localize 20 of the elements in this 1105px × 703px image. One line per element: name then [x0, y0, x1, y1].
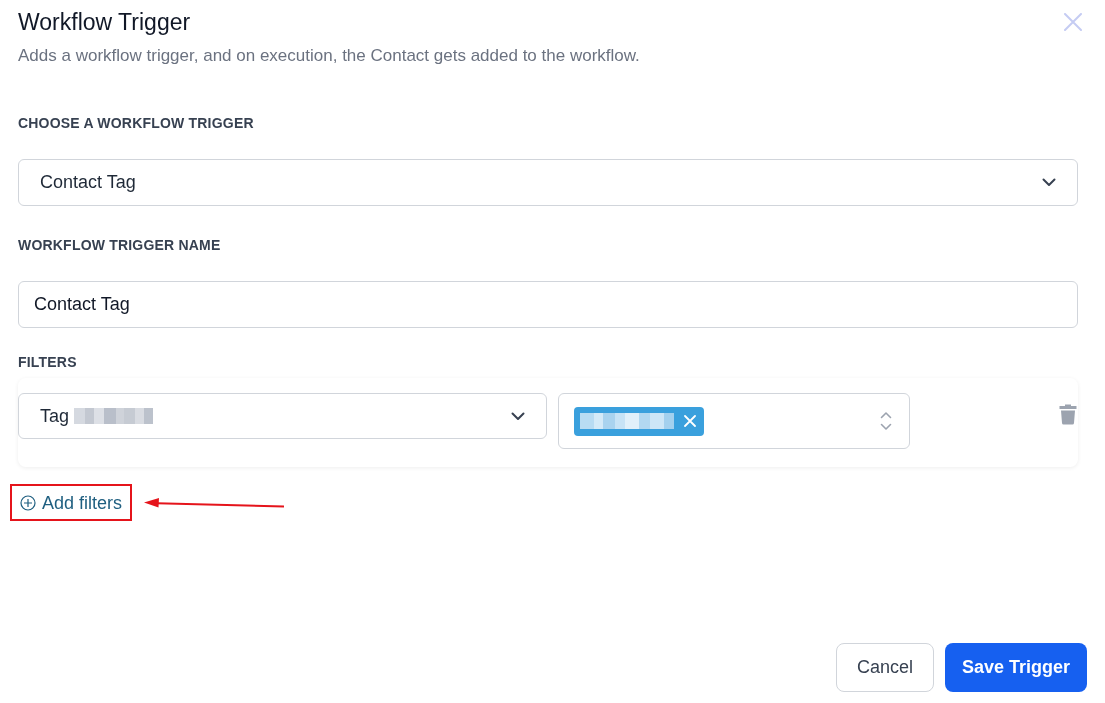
section-label: FILTERS — [18, 353, 78, 372]
trigger-select[interactable]: Contact Tag — [18, 159, 1078, 206]
field-label: WORKFLOW TRIGGER NAME — [18, 236, 222, 255]
add-filters-link[interactable]: Add filters — [19, 490, 124, 515]
chevron-down-icon — [511, 411, 525, 421]
name-input[interactable]: Contact Tag — [18, 281, 1078, 328]
field-label: CHOOSE A WORKFLOW TRIGGER — [18, 114, 255, 133]
close-icon[interactable] — [1064, 13, 1082, 31]
remove-icon[interactable] — [684, 415, 696, 427]
trash-icon[interactable] — [1059, 403, 1077, 425]
tag-chip[interactable] — [574, 406, 704, 436]
sort-arrows-icon — [880, 411, 892, 431]
dialog-description: Adds a workflow trigger, and on execution, the Contact gets added to the workflow. — [18, 45, 641, 67]
dialog-title: Workflow Trigger — [18, 8, 191, 36]
chevron-down-icon — [1042, 178, 1056, 187]
save-button[interactable]: Save Trigger — [944, 643, 1087, 692]
add-circle-icon[interactable] — [20, 494, 36, 511]
tag-multiselect[interactable] — [558, 393, 910, 449]
cancel-button[interactable]: Cancel — [835, 643, 934, 692]
filter-field-select[interactable]: Tag — [18, 393, 547, 439]
